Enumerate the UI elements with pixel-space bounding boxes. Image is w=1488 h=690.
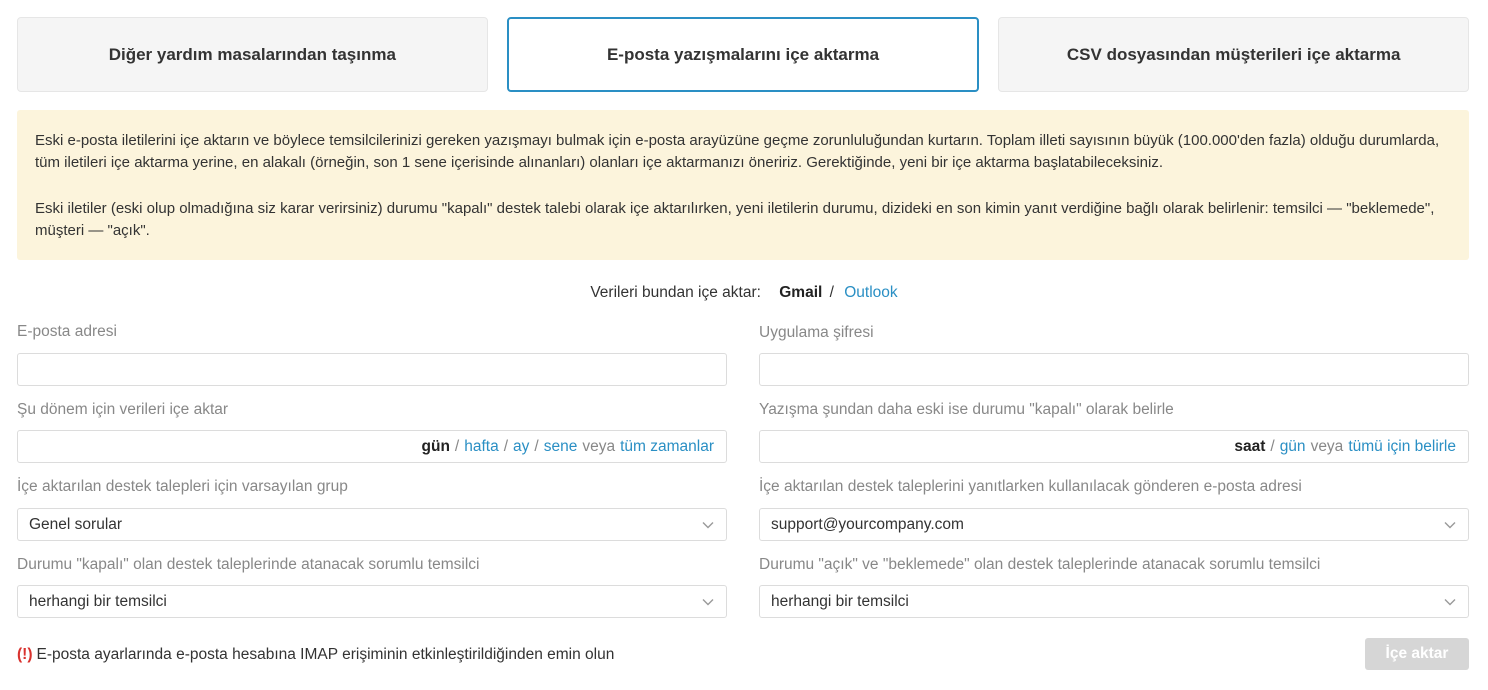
source-selector: Verileri bundan içe aktar: Gmail / Outlo… (0, 284, 1488, 302)
closed-threshold-label: Yazışma şundan daha eski ise durumu "kap… (759, 401, 1174, 418)
tab-helpdesk-migration[interactable]: Diğer yardım masalarından taşınma (17, 17, 488, 92)
default-group-select[interactable]: Genel sorular (17, 508, 727, 541)
tab-csv-import[interactable]: CSV dosyasından müşterileri içe aktarma (998, 17, 1470, 92)
threshold-unit-hour[interactable]: saat (1234, 438, 1265, 456)
chevron-down-icon (1443, 518, 1457, 532)
default-group-label: İçe aktarılan destek talepleri için vars… (17, 478, 348, 495)
notice-paragraph-2: Eski iletiler (eski olup olmadığına siz … (35, 200, 1435, 239)
notice-paragraph-1: Eski e-posta iletilerini içe aktarın ve … (35, 132, 1440, 171)
chevron-down-icon (701, 595, 715, 609)
unit-separator: / (534, 437, 539, 455)
period-or: veya (582, 437, 616, 455)
warning-mark: (!) (17, 646, 33, 663)
period-unit-week[interactable]: hafta (464, 438, 498, 456)
source-outlook-link[interactable]: Outlook (844, 284, 897, 301)
default-group-value: Genel sorular (29, 515, 123, 533)
sender-email-value: support@yourcompany.com (771, 515, 964, 533)
source-label: Verileri bundan içe aktar: (590, 284, 761, 301)
open-agent-select[interactable]: herhangi bir temsilci (759, 585, 1469, 618)
sender-email-label: İçe aktarılan destek taleplerini yanıtla… (759, 478, 1302, 495)
import-period-input[interactable]: gün / hafta / ay / sene veya tüm zamanla… (17, 430, 727, 463)
open-agent-value: herhangi bir temsilci (771, 592, 909, 610)
unit-separator: / (503, 437, 509, 455)
period-unit-month[interactable]: ay (513, 438, 529, 456)
threshold-set-all[interactable]: tümü için belirle (1348, 438, 1456, 456)
source-separator: / (829, 284, 834, 301)
closed-agent-select[interactable]: herhangi bir temsilci (17, 585, 727, 618)
tab-email-import[interactable]: E-posta yazışmalarını içe aktarma (506, 17, 980, 92)
email-label: E-posta adresi (17, 323, 117, 340)
import-type-tabs: Diğer yardım masalarından taşınma E-post… (17, 17, 1470, 92)
threshold-or: veya (1310, 437, 1344, 455)
warning-text: E-posta ayarlarında e-posta hesabına IMA… (36, 646, 615, 663)
unit-separator: / (1270, 437, 1275, 455)
chevron-down-icon (701, 518, 715, 532)
period-all-time[interactable]: tüm zamanlar (620, 438, 714, 456)
chevron-down-icon (1443, 595, 1457, 609)
period-unit-year[interactable]: sene (544, 438, 578, 456)
open-agent-label: Durumu "açık" ve "beklemede" olan destek… (759, 556, 1321, 573)
source-gmail[interactable]: Gmail (779, 284, 822, 301)
import-button[interactable]: İçe aktar (1365, 638, 1469, 670)
app-password-label: Uygulama şifresi (759, 324, 874, 341)
import-period-label: Şu dönem için verileri içe aktar (17, 401, 229, 418)
info-notice: Eski e-posta iletilerini içe aktarın ve … (17, 110, 1469, 260)
email-input[interactable] (17, 353, 727, 386)
sender-email-select[interactable]: support@yourcompany.com (759, 508, 1469, 541)
closed-agent-label: Durumu "kapalı" olan destek taleplerinde… (17, 556, 480, 573)
period-unit-day[interactable]: gün (422, 438, 450, 456)
app-password-input[interactable] (759, 353, 1469, 386)
unit-separator: / (454, 437, 460, 455)
closed-agent-value: herhangi bir temsilci (29, 592, 167, 610)
threshold-unit-day[interactable]: gün (1280, 438, 1306, 456)
closed-threshold-input[interactable]: saat / gün veya tümü için belirle (759, 430, 1469, 463)
imap-warning: (!) E-posta ayarlarında e-posta hesabına … (17, 646, 614, 664)
